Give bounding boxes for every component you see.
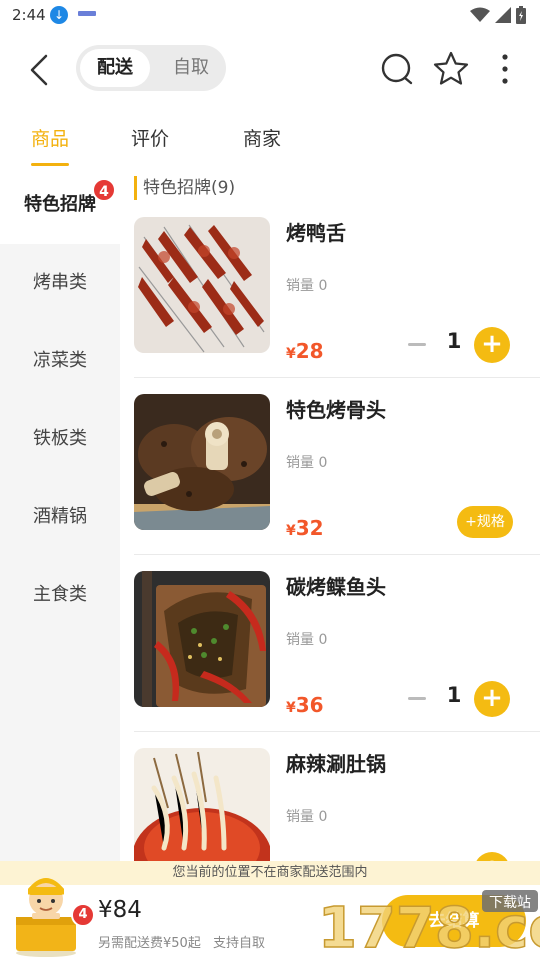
decrease-quantity-button[interactable] — [408, 343, 426, 346]
notification-icon — [78, 11, 96, 16]
tab-bar: 商品 评价 商家 — [0, 106, 540, 166]
price-value: 36 — [295, 693, 324, 717]
product-sales: 销量 0 — [286, 278, 328, 294]
divider — [134, 377, 540, 378]
favorite-star-icon[interactable] — [432, 50, 470, 88]
product-image[interactable] — [134, 394, 270, 530]
product-item[interactable]: 特色烤骨头 销量 0 ¥32 +规格 — [134, 394, 540, 570]
product-item[interactable]: 烤鸭舌 销量 0 ¥28 1 + — [134, 217, 540, 393]
sidebar-item-staple[interactable]: 主食类 — [0, 556, 120, 634]
sidebar-item-skewers[interactable]: 烤串类 — [0, 244, 120, 322]
increase-quantity-button[interactable]: + — [474, 681, 510, 717]
product-item[interactable]: 碳烤鲽鱼头 销量 0 ¥36 1 + — [134, 571, 540, 747]
divider — [134, 731, 540, 732]
delivery-option[interactable]: 配送 — [80, 49, 150, 87]
delivery-mode-toggle: 配送 自取 — [76, 45, 226, 91]
product-price: ¥32 — [286, 516, 324, 540]
battery-icon — [516, 6, 526, 24]
cart-bar: 4 ¥84 另需配送费¥50起 支持自取 去结算 1778.com 下载站 — [0, 878, 540, 960]
sidebar-item-iron-plate[interactable]: 铁板类 — [0, 400, 120, 478]
tab-merchant[interactable]: 商家 — [243, 124, 281, 151]
increase-quantity-button[interactable]: + — [474, 852, 510, 861]
watermark-logo: 1778.com 下载站 — [318, 890, 540, 960]
wifi-icon — [470, 7, 490, 22]
currency-symbol: ¥ — [286, 346, 296, 362]
more-menu-icon[interactable] — [486, 50, 524, 88]
product-price: ¥36 — [286, 693, 324, 717]
product-sales: 销量 0 — [286, 455, 328, 471]
watermark-badge: 下载站 — [489, 895, 531, 911]
increase-quantity-button[interactable]: + — [474, 327, 510, 363]
pickup-support: 支持自取 — [212, 936, 265, 951]
product-name: 烤鸭舌 — [286, 221, 346, 245]
section-title: 特色招牌(9) — [134, 176, 235, 200]
quantity-value: 1 — [446, 329, 462, 353]
delivery-fee-text: 另需配送费¥50起 支持自取 — [98, 932, 265, 951]
status-bar: 2:44 ↓ — [0, 0, 540, 32]
decrease-quantity-button[interactable] — [408, 697, 426, 700]
delivery-fee: 另需配送费¥50起 — [98, 936, 201, 951]
choose-spec-button[interactable]: +规格 — [457, 506, 513, 538]
status-icons — [470, 6, 526, 24]
cart-count-badge: 4 — [71, 903, 95, 927]
product-image[interactable] — [134, 748, 270, 861]
product-sales: 销量 0 — [286, 809, 328, 825]
divider — [134, 554, 540, 555]
currency-symbol: ¥ — [286, 700, 296, 716]
product-name: 碳烤鲽鱼头 — [286, 575, 386, 599]
product-price: ¥28 — [286, 339, 324, 363]
category-sidebar: 特色招牌 烤串类 凉菜类 铁板类 酒精锅 主食类 — [0, 166, 120, 862]
header: 配送 自取 — [0, 32, 540, 106]
signal-icon — [495, 7, 511, 23]
tab-reviews[interactable]: 评价 — [131, 124, 169, 151]
category-count-badge: 4 — [92, 178, 116, 202]
cart-total: ¥84 — [98, 897, 142, 923]
currency-symbol: ¥ — [286, 523, 296, 539]
search-icon[interactable] — [378, 50, 416, 88]
product-image[interactable] — [134, 571, 270, 707]
product-name: 特色烤骨头 — [286, 398, 386, 422]
pickup-option[interactable]: 自取 — [160, 49, 222, 87]
download-icon: ↓ — [50, 6, 68, 24]
product-sales: 销量 0 — [286, 632, 328, 648]
product-image[interactable] — [134, 217, 270, 353]
product-item[interactable]: 麻辣涮肚锅 销量 0 + — [134, 748, 540, 861]
price-value: 32 — [295, 516, 324, 540]
sidebar-item-cold-dishes[interactable]: 凉菜类 — [0, 322, 120, 400]
status-time: 2:44 — [12, 6, 46, 24]
quantity-value: 1 — [446, 683, 462, 707]
back-arrow-icon[interactable] — [22, 52, 58, 88]
tab-products[interactable]: 商品 — [31, 124, 69, 151]
sidebar-item-alcohol-pot[interactable]: 酒精锅 — [0, 478, 120, 556]
product-name: 麻辣涮肚锅 — [286, 752, 386, 776]
price-value: 28 — [295, 339, 324, 363]
